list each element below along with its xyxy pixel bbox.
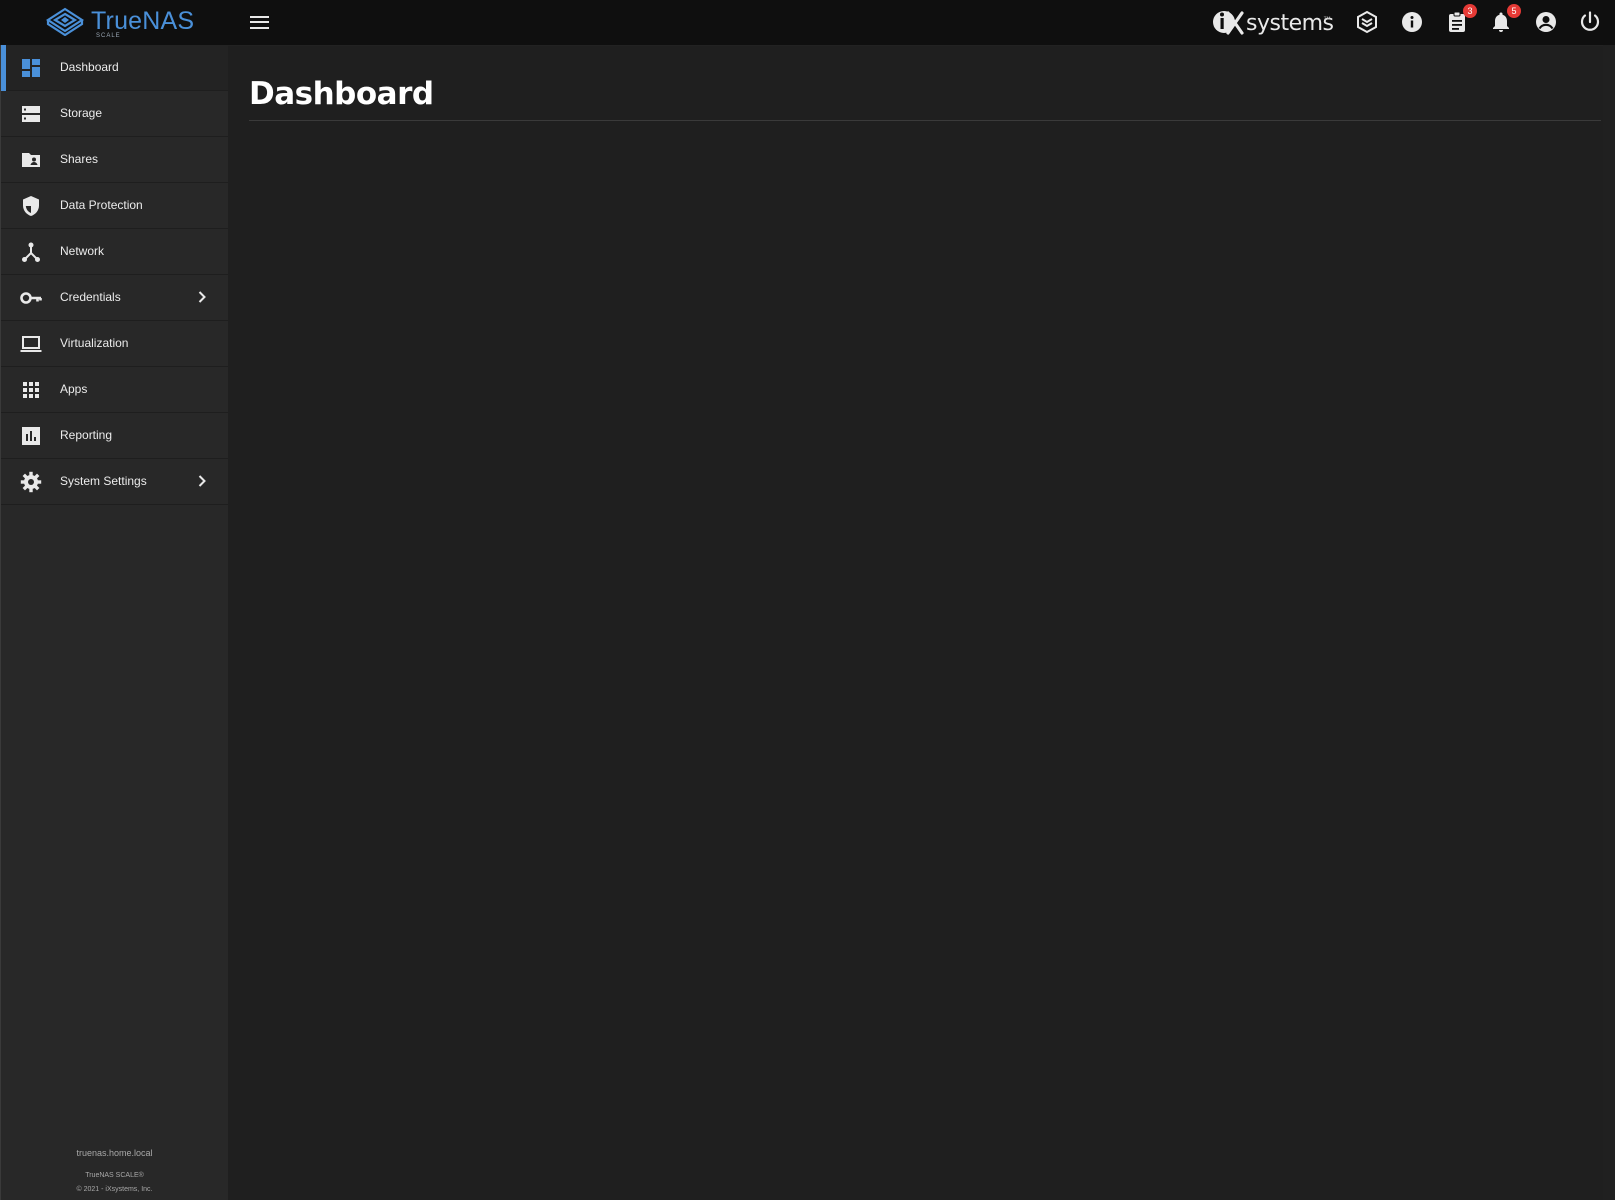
sidebar-item-credentials[interactable]: Credentials bbox=[1, 275, 228, 321]
sidebar-item-label: System Settings bbox=[60, 474, 147, 488]
chevron-right-icon bbox=[198, 475, 206, 487]
account-button[interactable] bbox=[1534, 10, 1558, 34]
truecommand-icon bbox=[1357, 10, 1377, 34]
top-toolbar: TrueNAS SCALE systems ™ 3 5 bbox=[0, 0, 1615, 46]
sidebar-item-reporting[interactable]: Reporting bbox=[1, 413, 228, 459]
sidebar-item-data-protection[interactable]: Data Protection bbox=[1, 183, 228, 229]
key-icon bbox=[20, 292, 42, 304]
sidebar-item-system-settings[interactable]: System Settings bbox=[1, 459, 228, 505]
sidebar-item-label: Shares bbox=[60, 152, 99, 166]
power-icon bbox=[1580, 11, 1600, 31]
ixsystems-trademark: ™ bbox=[1323, 15, 1331, 24]
sidebar: Dashboard Storage Shares Data Protection… bbox=[0, 45, 228, 1200]
sidebar-item-label: Dashboard bbox=[60, 60, 119, 74]
truenas-logo-mark-icon bbox=[45, 7, 85, 36]
sidebar-item-label: Storage bbox=[60, 106, 103, 120]
ixsystems-logo[interactable]: systems ™ bbox=[1212, 7, 1334, 37]
storage-icon bbox=[22, 106, 40, 122]
ixsystems-logo-mark-icon bbox=[1213, 11, 1244, 35]
insert-chart-icon bbox=[22, 427, 40, 445]
tasks-count-badge: 3 bbox=[1463, 4, 1477, 18]
power-button[interactable] bbox=[1578, 10, 1602, 34]
sidebar-item-network[interactable]: Network bbox=[1, 229, 228, 275]
truenas-logo[interactable]: TrueNAS SCALE bbox=[44, 6, 244, 42]
sidebar-item-dashboard[interactable]: Dashboard bbox=[1, 45, 228, 91]
sidebar-item-label: Credentials bbox=[60, 290, 121, 304]
network-icon bbox=[22, 242, 40, 262]
gear-icon bbox=[20, 471, 42, 493]
sidebar-item-shares[interactable]: Shares bbox=[1, 137, 228, 183]
truenas-logo-text: TrueNAS bbox=[91, 7, 195, 35]
sidebar-item-apps[interactable]: Apps bbox=[1, 367, 228, 413]
help-info-icon bbox=[1402, 12, 1422, 32]
alerts-count-badge: 5 bbox=[1507, 4, 1521, 18]
title-divider bbox=[249, 120, 1601, 121]
sidebar-item-label: Reporting bbox=[60, 428, 113, 442]
apps-grid-icon bbox=[23, 382, 39, 398]
ixsystems-logo-text: systems bbox=[1246, 11, 1334, 36]
sidebar-item-label: Network bbox=[60, 244, 105, 258]
laptop-icon bbox=[20, 336, 42, 352]
security-shield-icon bbox=[23, 196, 39, 216]
sidebar-item-storage[interactable]: Storage bbox=[1, 91, 228, 137]
tasks-button[interactable]: 3 bbox=[1445, 4, 1477, 34]
help-info-button[interactable] bbox=[1400, 10, 1424, 34]
truenas-logo-subtitle: SCALE bbox=[96, 33, 121, 39]
menu-icon bbox=[250, 15, 269, 18]
sidebar-item-label: Data Protection bbox=[60, 198, 143, 212]
menu-toggle-button[interactable] bbox=[248, 12, 272, 34]
truecommand-button[interactable] bbox=[1355, 10, 1379, 34]
page-scrollbar[interactable] bbox=[1603, 45, 1615, 1200]
sidebar-item-virtualization[interactable]: Virtualization bbox=[1, 321, 228, 367]
hostname-label: truenas.home.local bbox=[76, 1148, 153, 1158]
page-title: Dashboard bbox=[249, 76, 434, 112]
dashboard-icon bbox=[22, 59, 40, 77]
product-version-label: TrueNAS SCALE® bbox=[85, 1172, 144, 1179]
chevron-right-icon bbox=[198, 291, 206, 303]
account-circle-icon bbox=[1536, 12, 1556, 32]
alerts-button[interactable]: 5 bbox=[1489, 4, 1521, 34]
folder-shared-icon bbox=[22, 153, 40, 167]
sidebar-item-label: Apps bbox=[60, 382, 88, 396]
copyright-label: © 2021 - iXsystems, Inc. bbox=[76, 1186, 153, 1193]
sidebar-item-label: Virtualization bbox=[60, 336, 129, 350]
